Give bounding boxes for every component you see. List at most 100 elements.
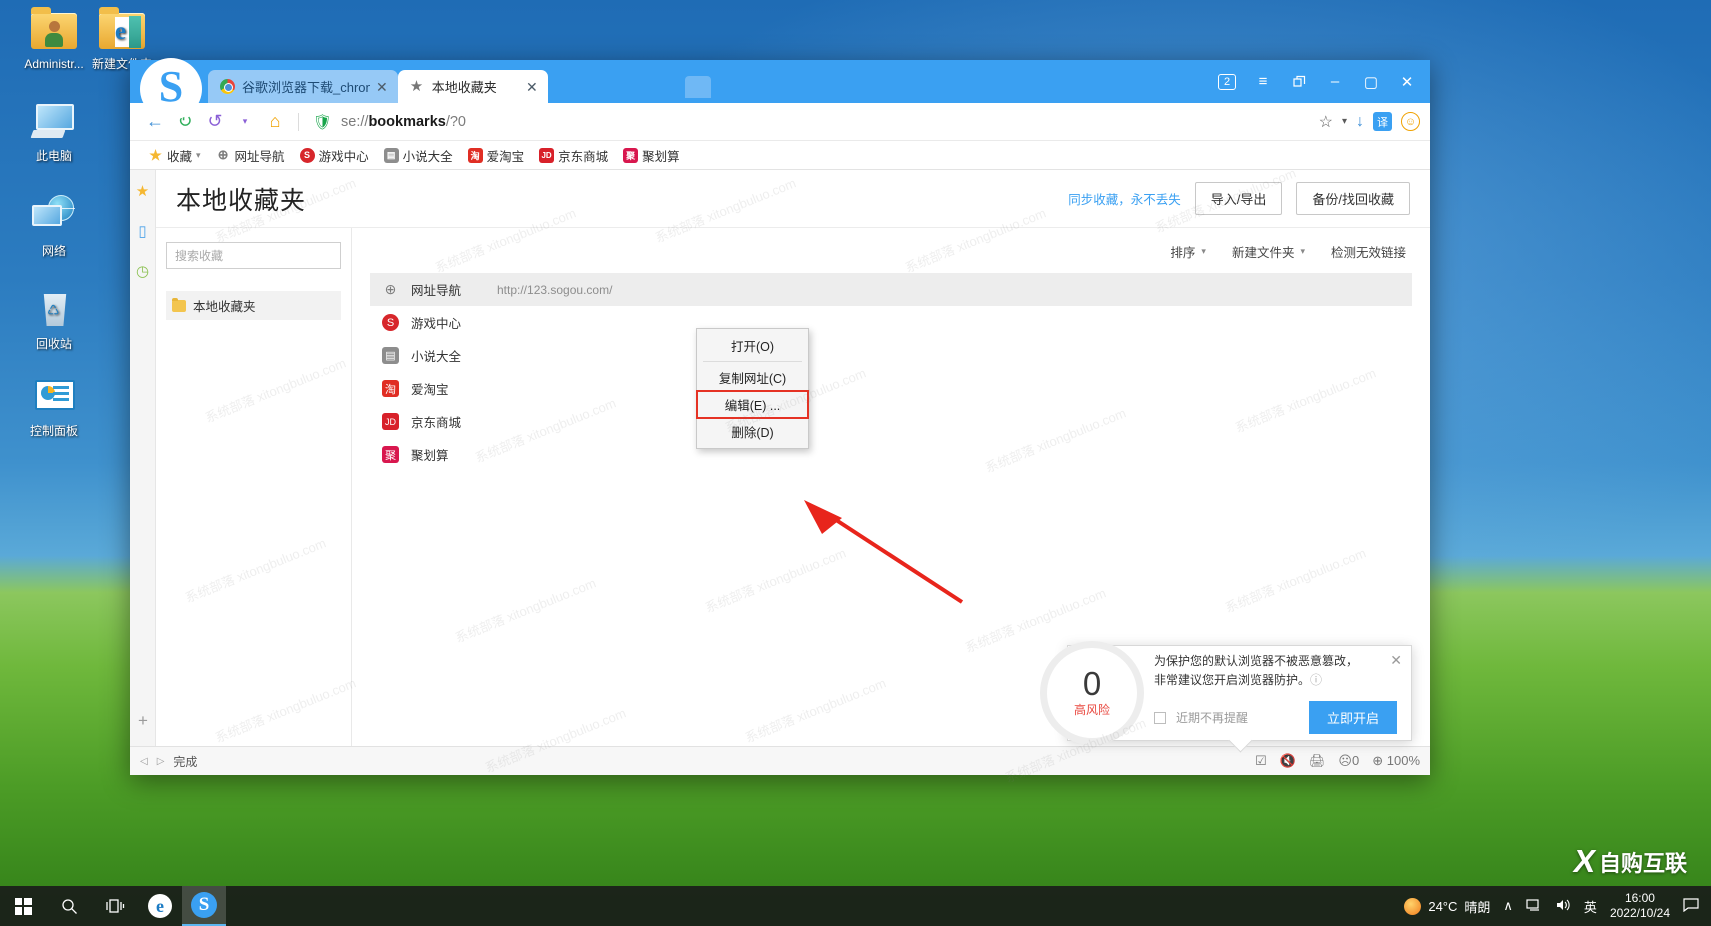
- chevron-down-icon[interactable]: ▾: [1342, 116, 1347, 127]
- start-icon: [15, 898, 32, 915]
- help-icon[interactable]: ⓘ: [1310, 673, 1322, 687]
- bookmark-row-jd[interactable]: JD 京东商城: [370, 405, 1412, 438]
- enable-now-button[interactable]: 立即开启: [1309, 701, 1397, 734]
- weather-desc: 晴朗: [1464, 897, 1490, 916]
- next-icon[interactable]: ▷: [157, 756, 165, 767]
- bookmark-label: 网址导航: [235, 146, 285, 165]
- tab-close-icon[interactable]: ✕: [376, 80, 388, 94]
- add-icon[interactable]: +: [130, 711, 156, 731]
- system-tray: 24°C 晴朗 ∧ 英 16:00 2022/10/24: [1404, 891, 1711, 921]
- user-folder-icon: [30, 8, 78, 52]
- printer-icon[interactable]: 🖨: [1309, 753, 1326, 769]
- sogou-logo-icon: S: [140, 58, 202, 120]
- mute-icon[interactable]: 🔇: [1280, 753, 1296, 769]
- tab-close-icon[interactable]: ✕: [526, 80, 538, 94]
- translate-icon[interactable]: 译: [1373, 112, 1392, 131]
- address-bar[interactable]: 🛡 se://bookmarks/?0: [307, 108, 1313, 136]
- network-tray-icon[interactable]: [1526, 898, 1542, 915]
- bookmark-row-taobao[interactable]: 淘 爱淘宝: [370, 372, 1412, 405]
- desktop-icon-this-pc[interactable]: 此电脑: [6, 100, 102, 164]
- new-folder-button[interactable]: 新建文件夹 ▾: [1232, 242, 1305, 261]
- bookmark-name: 游戏中心: [411, 313, 485, 332]
- context-menu-item-edit[interactable]: 编辑(E) ...: [697, 391, 808, 418]
- bookmark-jd[interactable]: JD 京东商城: [533, 143, 614, 168]
- bookmark-label: 小说大全: [403, 146, 453, 165]
- close-icon[interactable]: ✕: [1390, 652, 1402, 669]
- bookmark-game-center[interactable]: S 游戏中心: [294, 143, 375, 168]
- import-export-button[interactable]: 导入/导出: [1195, 182, 1283, 215]
- bookmark-site-nav[interactable]: ⊕ 网址导航: [210, 143, 291, 168]
- desktop-icon-recycle-bin[interactable]: 回收站: [6, 288, 102, 352]
- taskbar-clock[interactable]: 16:00 2022/10/24: [1610, 891, 1670, 921]
- zoom-control[interactable]: ⊕ 100%: [1372, 753, 1420, 769]
- notification-icon[interactable]: [1683, 898, 1699, 915]
- restore-down-icon[interactable]: [1282, 67, 1316, 97]
- bookmark-row-site-nav[interactable]: ⊕ 网址导航 http://123.sogou.com/: [370, 273, 1412, 306]
- bookmark-juhuasuan[interactable]: 聚 聚划算: [617, 143, 686, 168]
- tab-count-badge[interactable]: 2: [1210, 67, 1244, 97]
- maximize-button[interactable]: ▢: [1354, 67, 1388, 97]
- desktop-icon-control-panel[interactable]: 控制面板: [6, 375, 102, 439]
- blocked-count-icon[interactable]: ☹0: [1338, 753, 1359, 769]
- search-icon: [61, 898, 78, 915]
- minimize-button[interactable]: –: [1318, 67, 1352, 97]
- chrome-icon: [220, 79, 235, 94]
- home-icon[interactable]: ⌂: [260, 108, 290, 136]
- bookmark-star-icon[interactable]: ☆: [1319, 112, 1333, 132]
- bookmark-taobao[interactable]: 淘 爱淘宝: [462, 143, 531, 168]
- download-icon[interactable]: ↓: [1356, 113, 1364, 131]
- ime-indicator[interactable]: 英: [1584, 897, 1597, 916]
- browser-titlebar: S 谷歌浏览器下载_chrom ✕ ★ 本地收藏夹 ✕ 2 ≡: [130, 60, 1430, 103]
- context-menu-item-open[interactable]: 打开(O): [697, 332, 808, 359]
- dont-remind-checkbox[interactable]: [1154, 712, 1166, 724]
- start-button[interactable]: [0, 886, 46, 926]
- volume-icon[interactable]: [1555, 898, 1571, 915]
- history-icon[interactable]: ◷: [136, 262, 149, 280]
- search-button[interactable]: [46, 886, 92, 926]
- check-invalid-links-button[interactable]: 检测无效链接: [1331, 242, 1406, 261]
- tab-strip: 谷歌浏览器下载_chrom ✕ ★ 本地收藏夹 ✕: [208, 70, 548, 103]
- tab-local-bookmarks[interactable]: ★ 本地收藏夹 ✕: [398, 70, 548, 103]
- star-icon: ★: [410, 79, 425, 94]
- sort-button[interactable]: 排序 ▾: [1170, 242, 1206, 261]
- bookmark-row-novels[interactable]: ▤ 小说大全: [370, 339, 1412, 372]
- undo-icon[interactable]: ↺: [200, 108, 230, 136]
- chevron-down-icon: ▾: [1201, 246, 1206, 257]
- menu-icon[interactable]: ≡: [1246, 67, 1280, 97]
- desktop-icon-label: 控制面板: [6, 423, 102, 439]
- shield-icon[interactable]: ☑: [1255, 753, 1267, 769]
- bookmark-novels[interactable]: ▤ 小说大全: [378, 143, 459, 168]
- context-menu-item-delete[interactable]: 删除(D): [697, 418, 808, 445]
- bookmark-row-game-center[interactable]: S 游戏中心: [370, 306, 1412, 339]
- close-button[interactable]: ✕: [1390, 67, 1424, 97]
- page-header: 本地收藏夹 同步收藏，永不丢失 导入/导出 备份/找回收藏: [156, 170, 1430, 228]
- tab-chrome-download[interactable]: 谷歌浏览器下载_chrom ✕: [208, 70, 398, 103]
- chevron-down-icon[interactable]: ▾: [196, 150, 201, 161]
- chevron-up-icon[interactable]: ∧: [1503, 898, 1513, 914]
- bookmark-row-juhuasuan[interactable]: 聚 聚划算: [370, 438, 1412, 471]
- prev-icon[interactable]: ◁: [140, 756, 148, 767]
- folder-tree-item-local[interactable]: 本地收藏夹: [166, 291, 341, 320]
- star-icon[interactable]: ★: [136, 182, 149, 200]
- task-view-button[interactable]: [92, 886, 138, 926]
- backup-restore-button[interactable]: 备份/找回收藏: [1296, 182, 1410, 215]
- bookmark-favorites[interactable]: ★ 收藏 ▾: [142, 143, 207, 168]
- page-title: 本地收藏夹: [176, 181, 306, 217]
- taskbar-app-sogou-browser[interactable]: S: [182, 886, 226, 926]
- window-controls: 2 ≡ – ▢ ✕: [1210, 60, 1424, 103]
- restore-glyph: [1292, 75, 1307, 88]
- left-rail: ★ ▯ ◷ +: [130, 170, 156, 775]
- taskbar-app-internet-explorer[interactable]: e: [138, 886, 182, 926]
- search-input[interactable]: 搜索收藏: [166, 242, 341, 269]
- sync-link[interactable]: 同步收藏，永不丢失: [1068, 189, 1181, 208]
- smiley-icon[interactable]: ☺: [1401, 112, 1420, 131]
- new-tab-button[interactable]: [685, 76, 711, 98]
- desktop-icon-label: 回收站: [6, 336, 102, 352]
- desktop-icon-network[interactable]: 网络: [6, 195, 102, 259]
- check-links-label: 检测无效链接: [1331, 242, 1406, 261]
- undo-caret-icon[interactable]: ▾: [230, 108, 260, 136]
- weather-widget[interactable]: 24°C 晴朗: [1404, 897, 1490, 916]
- weather-temp: 24°C: [1428, 899, 1457, 914]
- context-menu-item-copy-url[interactable]: 复制网址(C): [697, 364, 808, 391]
- mobile-icon[interactable]: ▯: [138, 222, 146, 240]
